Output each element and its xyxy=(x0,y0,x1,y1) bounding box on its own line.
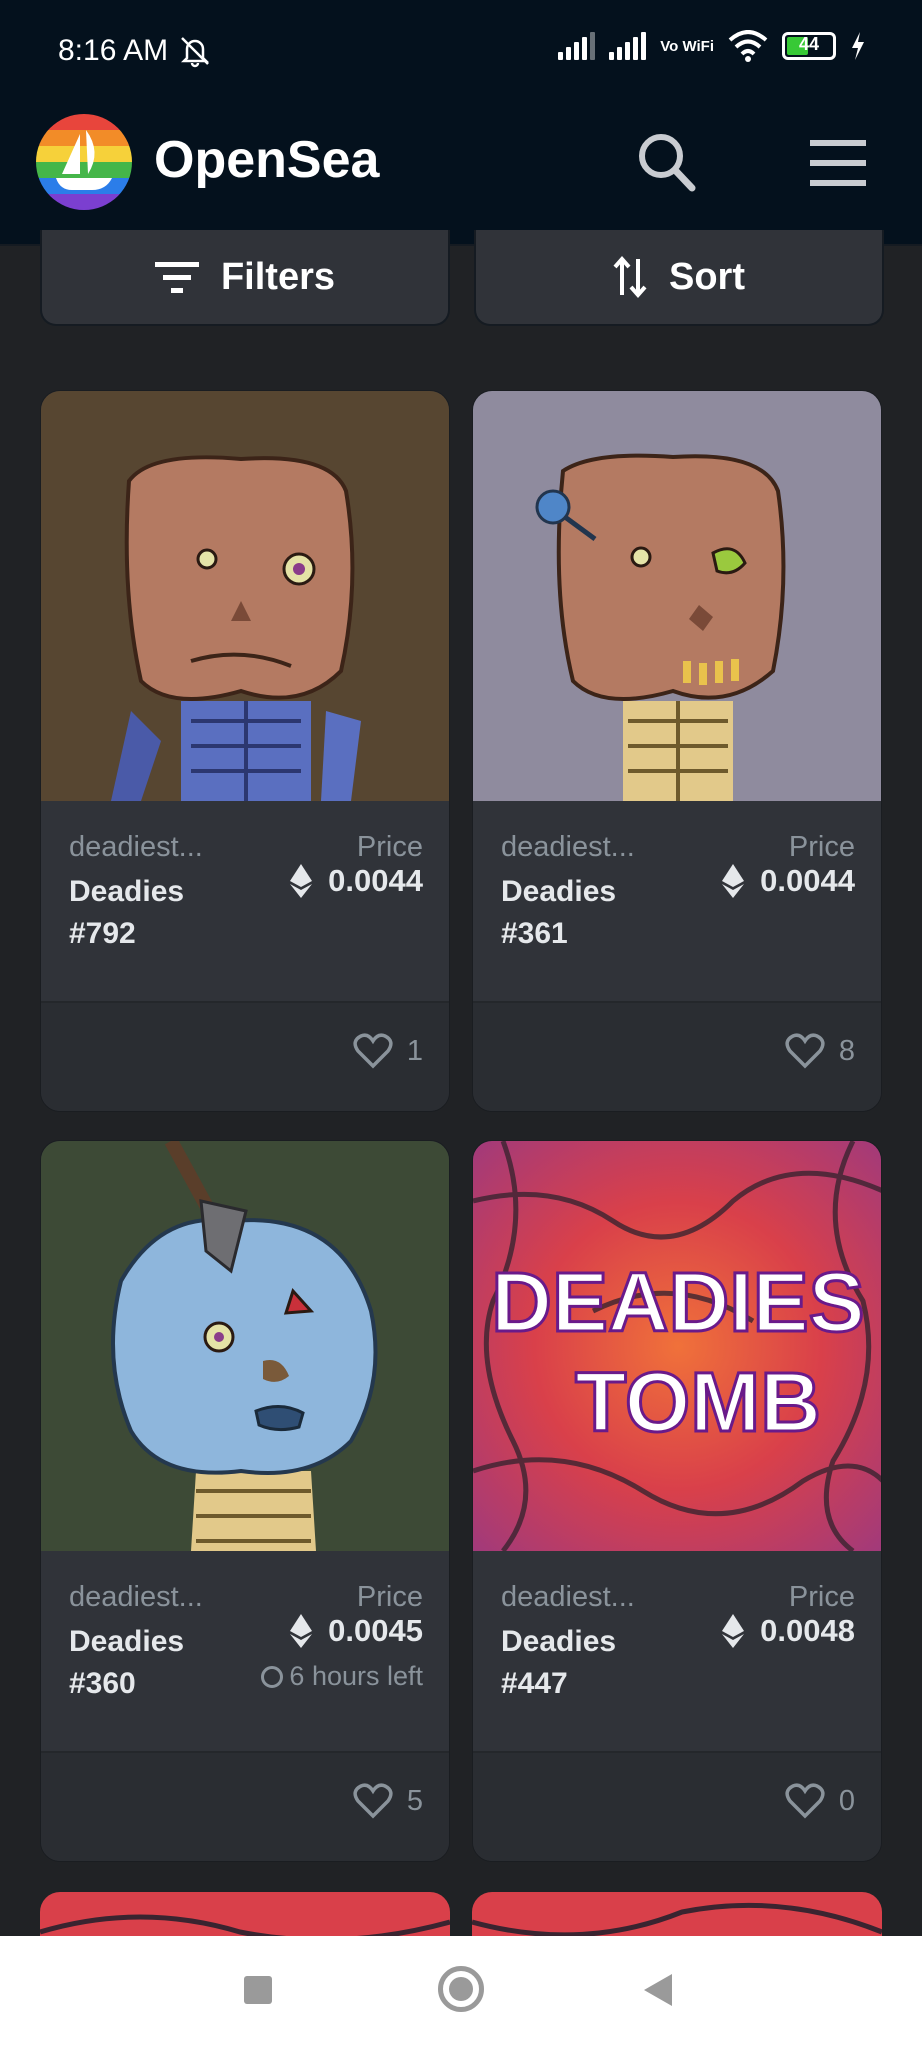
nft-card[interactable]: DEADIES TOMB deadiest... Deadies #447 Pri… xyxy=(472,1140,882,1862)
heart-icon xyxy=(353,1033,393,1069)
nft-title[interactable]: Deadies #447 xyxy=(501,1621,701,1705)
battery-icon: 44 xyxy=(782,32,836,60)
nft-image[interactable] xyxy=(41,1141,449,1551)
clock-icon xyxy=(261,1665,284,1688)
filters-button[interactable]: Filters xyxy=(40,230,450,326)
nft-card[interactable]: deadiest... Deadies #792 Price 0.0044 1 xyxy=(40,390,450,1112)
nft-info: deadiest... Deadies #360 Price 0.0045 6 h… xyxy=(41,1551,449,1751)
vowifi-label: Vo WiFi xyxy=(660,37,714,55)
like-count: 1 xyxy=(406,1034,423,1067)
heart-icon xyxy=(785,1783,825,1819)
nft-card[interactable]: deadiest... Deadies #361 Price 0.0044 8 xyxy=(472,390,882,1112)
sort-label: Sort xyxy=(669,255,745,298)
price-value: 0.0044 xyxy=(328,863,423,898)
heart-icon xyxy=(785,1033,825,1069)
mute-icon xyxy=(180,37,210,68)
filters-label: Filters xyxy=(220,255,336,298)
card-footer: 8 xyxy=(473,1001,881,1111)
status-icons: Vo WiFi 44 xyxy=(558,30,866,62)
cell-signal-2-icon xyxy=(609,32,647,60)
tomb-text-line1: DEADIES xyxy=(491,1255,864,1349)
price: 0.0048 xyxy=(722,1613,855,1649)
charging-icon xyxy=(852,32,864,60)
collection-name[interactable]: deadiest... xyxy=(69,1581,203,1614)
price-label: Price xyxy=(356,1581,423,1613)
like-count: 5 xyxy=(406,1784,423,1817)
card-footer: 0 xyxy=(473,1751,881,1861)
price-label: Price xyxy=(788,831,855,863)
time-left-text: 6 hours left xyxy=(289,1661,423,1691)
price-label: Price xyxy=(788,1581,855,1613)
like-count: 0 xyxy=(838,1784,855,1817)
status-bar: 8:16 AM Vo WiFi 44 xyxy=(0,0,922,100)
like-button[interactable]: 1 xyxy=(353,1033,423,1069)
opensea-logo[interactable] xyxy=(36,114,132,210)
eth-icon xyxy=(722,1614,745,1648)
cell-signal-icon xyxy=(558,32,596,60)
sort-button[interactable]: Sort xyxy=(474,230,884,326)
nft-title[interactable]: Deadies #792 xyxy=(69,871,269,955)
back-icon[interactable] xyxy=(644,1974,672,2006)
system-navigation-bar xyxy=(0,1936,922,2048)
like-button[interactable]: 8 xyxy=(785,1033,855,1069)
price-value: 0.0045 xyxy=(328,1613,423,1648)
collection-name[interactable]: deadiest... xyxy=(501,1581,635,1614)
search-icon[interactable] xyxy=(632,128,702,198)
price-value: 0.0048 xyxy=(760,1613,855,1648)
nft-info: deadiest... Deadies #792 Price 0.0044 xyxy=(41,801,449,1001)
price-value: 0.0044 xyxy=(760,863,855,898)
filter-icon xyxy=(154,262,199,293)
brand-name[interactable]: OpenSea xyxy=(154,130,379,190)
price-label: Price xyxy=(356,831,423,863)
status-time: 8:16 AM xyxy=(58,34,169,67)
eth-icon xyxy=(290,1614,313,1648)
nft-image[interactable] xyxy=(41,391,449,801)
home-icon[interactable] xyxy=(438,1966,484,2012)
price: 0.0045 xyxy=(290,1613,423,1649)
like-button[interactable]: 5 xyxy=(353,1783,423,1819)
auction-time-left: 6 hours left xyxy=(261,1661,423,1692)
price: 0.0044 xyxy=(290,863,423,899)
nft-info: deadiest... Deadies #361 Price 0.0044 xyxy=(473,801,881,1001)
like-button[interactable]: 0 xyxy=(785,1783,855,1819)
nft-card[interactable]: deadiest... Deadies #360 Price 0.0045 6 h… xyxy=(40,1140,450,1862)
sort-arrows-icon xyxy=(613,255,647,299)
nft-title[interactable]: Deadies #361 xyxy=(501,871,701,955)
recent-apps-icon[interactable] xyxy=(244,1976,272,2004)
price: 0.0044 xyxy=(722,863,855,899)
eth-icon xyxy=(290,864,313,898)
eth-icon xyxy=(722,864,745,898)
like-count: 8 xyxy=(838,1034,855,1067)
collection-name[interactable]: deadiest... xyxy=(501,831,635,864)
nft-image[interactable]: DEADIES TOMB xyxy=(473,1141,881,1551)
card-footer: 1 xyxy=(41,1001,449,1111)
nft-image[interactable] xyxy=(473,391,881,801)
nft-title[interactable]: Deadies #360 xyxy=(69,1621,269,1705)
heart-icon xyxy=(353,1783,393,1819)
collection-name[interactable]: deadiest... xyxy=(69,831,203,864)
tomb-text-line2: TOMB xyxy=(575,1355,821,1449)
battery-level: 44 xyxy=(798,34,820,54)
app-header: OpenSea xyxy=(0,100,922,246)
nft-info: deadiest... Deadies #447 Price 0.0048 xyxy=(473,1551,881,1751)
card-footer: 5 xyxy=(41,1751,449,1861)
wifi-icon xyxy=(728,30,768,62)
hamburger-menu-icon[interactable] xyxy=(800,132,876,194)
